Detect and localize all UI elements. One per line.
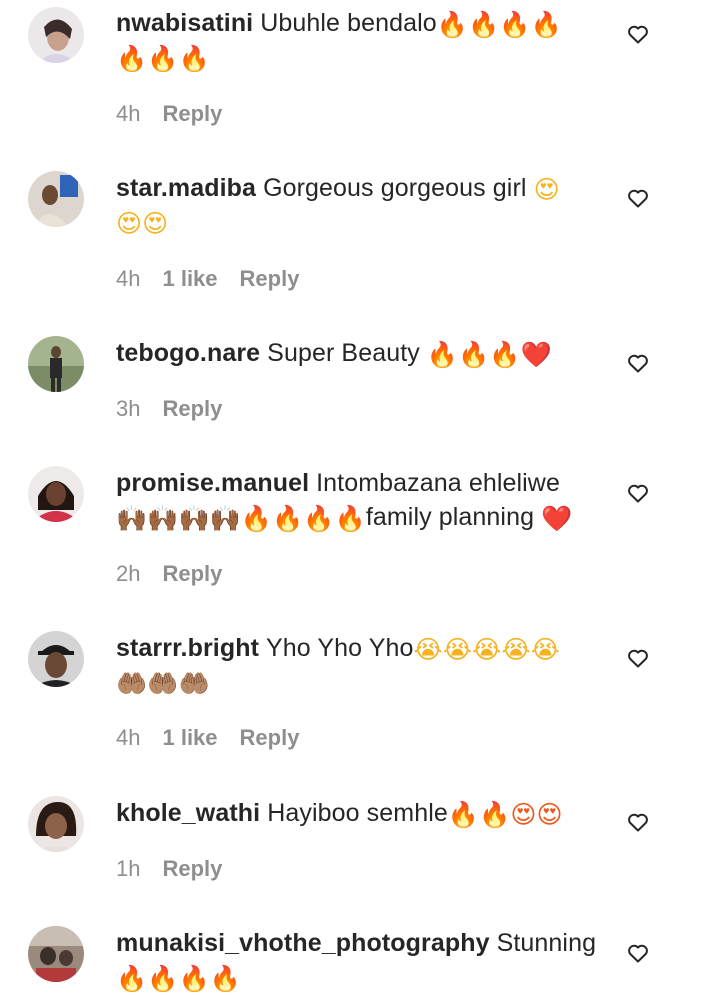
comment-time: 2h [116,561,141,586]
avatar[interactable] [28,796,84,852]
comment-username[interactable]: nwabisatini [116,9,253,37]
comment-text: promise.manuel Intombazana ehleliwe 🙌🏾🙌🏾🙌… [116,466,606,534]
comment-username[interactable]: promise.manuel [116,469,309,497]
raised-hands-emoji-icon: 🙌🏾🙌🏾🙌🏾🙌🏾🔥🔥🔥🔥 [116,504,366,533]
comment-username[interactable]: tebogo.nare [116,339,260,367]
reply-button[interactable]: Reply [162,101,222,126]
avatar[interactable] [28,466,84,522]
heart-emoji-icon: ❤️ [541,504,573,533]
fire-emoji-icon: 🔥🔥🔥🔥 [116,964,241,993]
fire-emoji-icon: 🔥🔥🔥🔥 [436,10,562,39]
heart-eyes-emoji-icon: 😍😍 [116,209,169,238]
comment-meta: 2h Reply [116,561,244,587]
comment-body: Gorgeous gorgeous girl [263,174,527,202]
avatar[interactable] [28,336,84,392]
comment-body-continued: family planning [365,503,535,531]
reply-button[interactable]: Reply [240,725,300,750]
comment-text: star.madiba Gorgeous gorgeous girl 😍 😍😍 [116,171,606,239]
comment-time: 4h [116,725,141,750]
like-heart-icon[interactable] [626,186,650,210]
avatar[interactable] [28,631,84,687]
reply-button[interactable]: Reply [162,396,222,421]
avatar[interactable] [28,926,84,982]
comment-body: Yho Yho Yho [266,634,414,662]
comment-body: Hayiboo semhle [267,799,448,827]
fire-emoji-icon: 🔥🔥😍😍 [447,800,563,829]
comment-username[interactable]: munakisi_vhothe_photography [116,929,490,957]
reply-button[interactable]: Reply [162,856,222,881]
comment-body: Intombazana ehleliwe [316,469,560,497]
comment-username[interactable]: starrr.bright [116,634,259,662]
comment-text: tebogo.nare Super Beauty 🔥🔥🔥❤️ [116,336,606,370]
comment-text: starrr.bright Yho Yho Yho😭😭😭😭😭 🤲🏽🤲🏽🤲🏽 [116,631,606,699]
comment-meta: 4h 1 like Reply [116,266,321,292]
like-heart-icon[interactable] [626,810,650,834]
like-heart-icon[interactable] [626,351,650,375]
palms-up-emoji-icon: 🤲🏽🤲🏽🤲🏽 [116,669,210,698]
comment-body: Ubuhle bendalo [260,9,437,37]
comment-meta: 1h Reply [116,856,244,882]
comment-username[interactable]: khole_wathi [116,799,260,827]
comment-text: munakisi_vhothe_photography Stunning 🔥🔥🔥🔥 [116,926,606,994]
comment-time: 4h [116,101,141,126]
comment-meta: 3h Reply [116,396,244,422]
comment-text: khole_wathi Hayiboo semhle🔥🔥😍😍 [116,796,606,830]
fire-emoji-icon: 🔥🔥🔥 [116,44,210,73]
comment-meta: 4h Reply [116,101,244,127]
comment-time: 1h [116,856,141,881]
like-heart-icon[interactable] [626,22,650,46]
reply-button[interactable]: Reply [162,561,222,586]
likes-count[interactable]: 1 like [162,266,217,291]
comment-time: 3h [116,396,141,421]
fire-emoji-icon: 🔥🔥🔥❤️ [426,340,552,369]
comment-text: nwabisatini Ubuhle bendalo🔥🔥🔥🔥 🔥🔥🔥 [116,6,606,74]
reply-button[interactable]: Reply [240,266,300,291]
heart-eyes-emoji-icon: 😍 [533,175,560,204]
likes-count[interactable]: 1 like [162,725,217,750]
avatar[interactable] [28,7,84,63]
comment-body: Stunning [496,929,597,957]
comment-meta: 4h 1 like Reply [116,725,321,751]
comment-body: Super Beauty [267,339,420,367]
like-heart-icon[interactable] [626,941,650,965]
like-heart-icon[interactable] [626,646,650,670]
avatar[interactable] [28,171,84,227]
comment-username[interactable]: star.madiba [116,174,256,202]
comment-time: 4h [116,266,141,291]
like-heart-icon[interactable] [626,481,650,505]
crying-emoji-icon: 😭😭😭😭😭 [413,635,561,664]
